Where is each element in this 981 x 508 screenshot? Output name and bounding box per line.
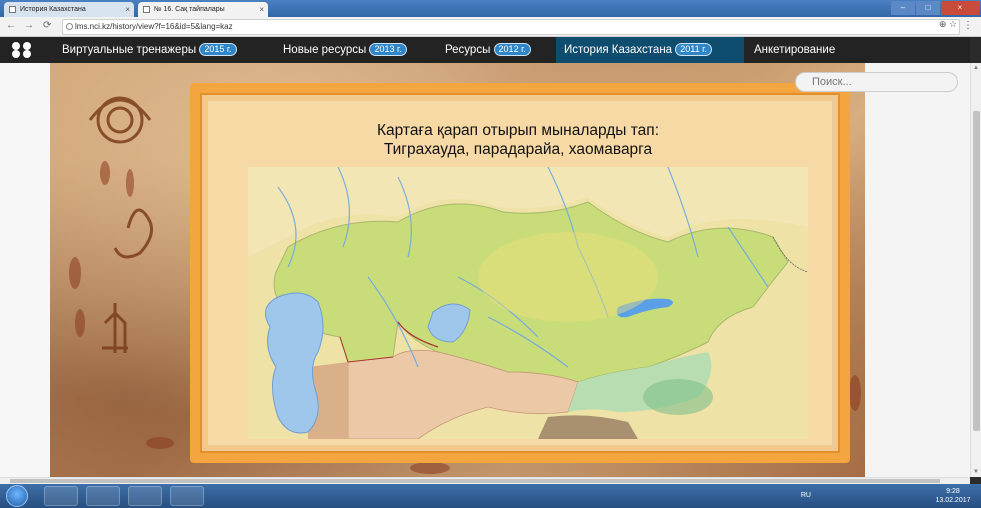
menu-dots-icon[interactable]: ⋮ [963,20,973,31]
nav-label: История Казахстана [564,44,673,56]
nav-label: Виртуальные тренажеры [62,44,197,56]
browser-tab-bar: История Казахстана × № 16. Сақ тайпалары… [0,0,981,17]
year-badge: 2013 г. [369,43,407,56]
url-input[interactable]: lms.nci.kz/history/view?f=16&id=5&lang=k… [62,19,960,35]
language-indicator[interactable]: RU [801,492,811,499]
nav-label: Новые ресурсы [283,44,367,56]
site-navbar: Виртуальные тренажеры 2015 г. Новые ресу… [0,37,970,63]
page-content: Картаға қарап отырып мыналарды тап: Тигр… [0,63,970,477]
prompt-line-2: Тигрaхауда, парадарайа, хаомаварга [383,141,653,158]
year-badge: 2011 г. [675,43,712,56]
nav-resources[interactable]: Ресурсы 2012 г. [437,37,539,63]
horizontal-scrollbar[interactable] [0,477,970,484]
map-central-asia[interactable] [248,167,808,439]
nav-label: Ресурсы [445,44,491,56]
tab-label: История Казахстана [20,6,86,13]
close-icon[interactable]: × [259,2,264,17]
explorer-icon[interactable] [86,486,120,506]
url-text: lms.nci.kz/history/view?f=16&id=5&lang=k… [75,22,233,31]
reload-icon[interactable]: ⟳ [43,20,51,31]
left-gutter [0,63,50,477]
task-prompt: Картаға қарап отырып мыналарды тап: Тигр… [308,121,728,159]
scroll-thumb[interactable] [973,111,980,431]
close-window-icon[interactable]: × [941,1,979,15]
map-graphic [248,167,808,439]
scroll-inner: Картаға қарап отырып мыналарды тап: Тигр… [208,101,832,445]
clock-time: 9:28 [946,488,960,495]
year-badge: 2012 г. [493,43,531,56]
back-arrow-icon[interactable]: ← [6,20,16,31]
nav-survey[interactable]: Анкетирование [746,37,843,63]
clock[interactable]: 9:28 13.02.2017 [933,487,973,505]
year-badge: 2015 г. [199,43,237,56]
maximize-icon[interactable]: □ [916,1,940,15]
scroll-up-icon[interactable]: ▲ [973,65,979,71]
hscroll-thumb[interactable] [10,479,940,483]
lesson-scroll-frame: Картаға қарап отырып мыналарды тап: Тигр… [190,83,850,463]
windows-taskbar: RU 9:28 13.02.2017 [0,484,981,508]
word-icon[interactable] [170,486,204,506]
minimize-icon[interactable]: – [891,1,915,15]
address-bar: ← → ⟳ lms.nci.kz/history/view?f=16&id=5&… [0,17,981,37]
ie-icon[interactable] [44,486,78,506]
nav-virtual-trainers[interactable]: Виртуальные тренажеры 2015 г. [54,37,245,63]
forward-arrow-icon[interactable]: → [24,20,34,31]
tab-label: № 16. Сақ тайпалары [154,6,225,13]
page-icon [9,6,16,13]
site-logo-icon[interactable] [12,42,34,58]
scroll-down-icon[interactable]: ▼ [973,469,979,475]
start-button-icon[interactable] [6,485,28,507]
search-input[interactable] [795,72,958,92]
page-icon [143,6,150,13]
prompt-line-1: Картаға қарап отырып мыналарды тап: [376,122,660,139]
rock-art-background: Картаға қарап отырып мыналарды тап: Тигр… [50,63,865,477]
nav-label: Анкетирование [754,44,836,56]
zoom-star-icons[interactable]: ⊕ ☆ [939,19,957,30]
tab-saka-tribes[interactable]: № 16. Сақ тайпалары × [138,2,268,17]
chrome-icon[interactable] [128,486,162,506]
info-icon [66,23,73,30]
nav-new-resources[interactable]: Новые ресурсы 2013 г. [275,37,415,63]
window-controls: – □ × [890,1,979,15]
tab-history-kazakhstan[interactable]: История Казахстана × [4,2,134,17]
vertical-scrollbar[interactable]: ▲ ▼ [970,63,981,477]
clock-date: 13.02.2017 [935,497,971,504]
nav-history-kazakhstan[interactable]: История Казахстана 2011 г. [556,37,744,63]
close-icon[interactable]: × [125,2,130,17]
